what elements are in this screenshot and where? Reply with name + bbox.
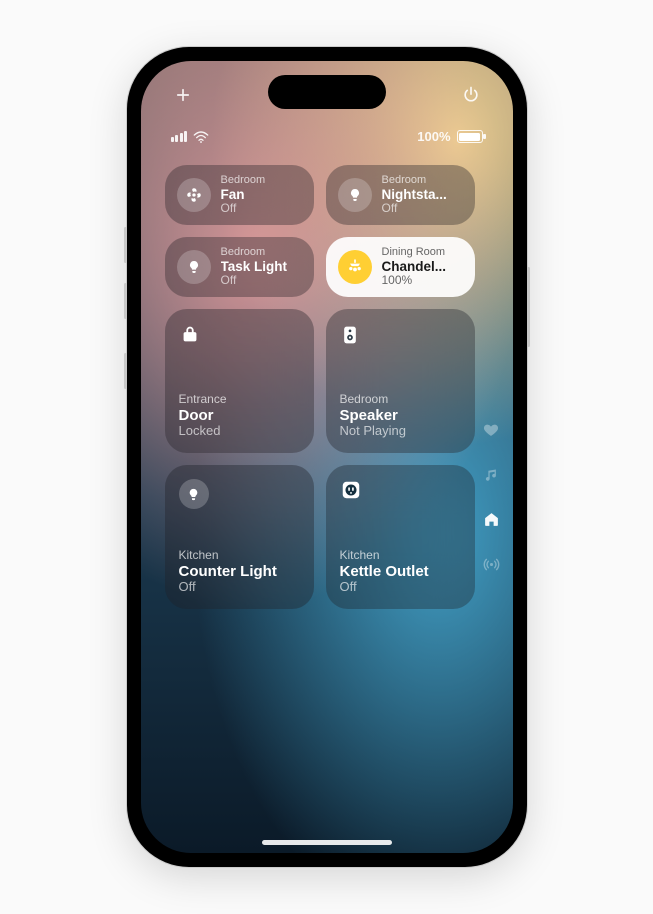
tile-room: Kitchen — [340, 549, 461, 563]
screen: 100% Bedroom Fan Off — [141, 61, 513, 853]
add-button[interactable] — [171, 83, 195, 107]
tile-room: Entrance — [179, 393, 300, 407]
dynamic-island — [268, 75, 386, 109]
tile-room: Dining Room — [382, 246, 447, 259]
tile-name: Speaker — [340, 407, 461, 424]
tile-bedroom-nightstand[interactable]: Bedroom Nightsta... Off — [326, 165, 475, 225]
tile-state: Off — [340, 580, 461, 595]
battery-percent: 100% — [417, 129, 450, 144]
tile-room: Bedroom — [340, 393, 461, 407]
power-button[interactable] — [459, 83, 483, 107]
fan-icon — [177, 178, 211, 212]
outlet-icon — [340, 479, 366, 505]
tile-state: Not Playing — [340, 424, 461, 439]
lightbulb-icon — [338, 178, 372, 212]
status-bar: 100% — [141, 129, 513, 144]
plus-icon — [174, 86, 192, 104]
wifi-icon — [193, 131, 209, 143]
favorites-page-icon[interactable] — [483, 421, 500, 438]
tile-bedroom-speaker[interactable]: Bedroom Speaker Not Playing — [326, 309, 475, 453]
home-indicator[interactable] — [262, 840, 392, 845]
tile-state: Off — [382, 202, 447, 216]
tile-dining-chandelier[interactable]: Dining Room Chandel... 100% — [326, 237, 475, 297]
tile-name: Task Light — [221, 259, 288, 275]
tile-state: 100% — [382, 274, 447, 288]
tile-name: Chandel... — [382, 259, 447, 275]
tile-name: Counter Light — [179, 563, 300, 580]
music-page-icon[interactable] — [483, 466, 500, 483]
tile-name: Nightsta... — [382, 187, 447, 203]
page-indicator[interactable] — [483, 421, 500, 573]
tile-state: Off — [221, 202, 266, 216]
tile-state: Off — [179, 580, 300, 595]
tile-kitchen-kettle-outlet[interactable]: Kitchen Kettle Outlet Off — [326, 465, 475, 609]
speaker-icon — [340, 323, 366, 349]
tile-state: Locked — [179, 424, 300, 439]
tile-bedroom-task-light[interactable]: Bedroom Task Light Off — [165, 237, 314, 297]
tile-room: Bedroom — [382, 174, 447, 187]
home-controls-grid: Bedroom Fan Off Bedroom Nightsta... Off — [165, 165, 475, 823]
connectivity-page-icon[interactable] — [483, 556, 500, 573]
tile-bedroom-fan[interactable]: Bedroom Fan Off — [165, 165, 314, 225]
home-page-icon[interactable] — [483, 511, 500, 528]
tile-entrance-door[interactable]: Entrance Door Locked — [165, 309, 314, 453]
lock-icon — [179, 323, 205, 349]
iphone-frame: 100% Bedroom Fan Off — [127, 47, 527, 867]
power-icon — [461, 85, 481, 105]
tile-name: Door — [179, 407, 300, 424]
tile-room: Kitchen — [179, 549, 300, 563]
lightbulb-icon — [179, 479, 209, 509]
lightbulb-icon — [177, 250, 211, 284]
chandelier-icon — [338, 250, 372, 284]
tile-room: Bedroom — [221, 174, 266, 187]
tile-kitchen-counter-light[interactable]: Kitchen Counter Light Off — [165, 465, 314, 609]
battery-icon — [457, 130, 483, 143]
tile-state: Off — [221, 274, 288, 288]
tile-name: Fan — [221, 187, 266, 203]
tile-name: Kettle Outlet — [340, 563, 461, 580]
cellular-signal-icon — [171, 131, 188, 142]
tile-room: Bedroom — [221, 246, 288, 259]
